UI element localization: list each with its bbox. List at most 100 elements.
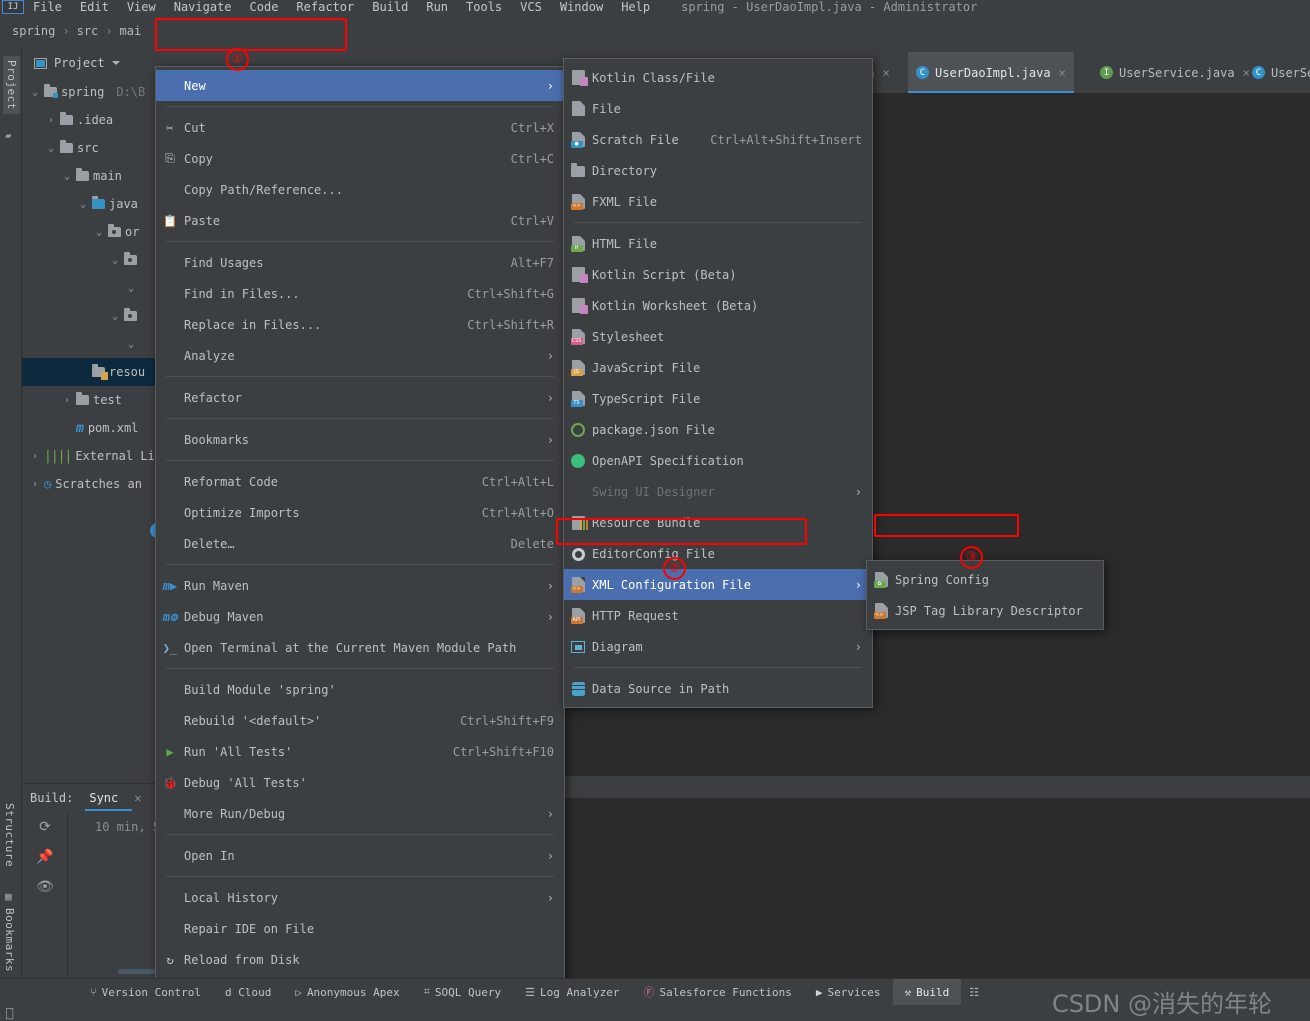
menu-item-refactor[interactable]: Refactor [287, 1, 363, 14]
status-bar-item-services[interactable]: ▶ Services [804, 979, 893, 1005]
menu-item-more-run-debug[interactable]: More Run/Debug › [156, 798, 564, 829]
chevron-down-icon[interactable]: ⌄ [110, 255, 120, 266]
menu-item-rebuild-default[interactable]: Rebuild '<default>' Ctrl+Shift+F9 [156, 705, 564, 736]
chevron-down-icon[interactable]: ⌄ [126, 283, 136, 294]
menu-item-vcs[interactable]: VCS [511, 1, 551, 14]
chevron-down-icon[interactable]: ⌄ [110, 311, 120, 322]
menu-item-code[interactable]: Code [241, 1, 288, 14]
status-bar-item-soql-query[interactable]: ⌗ SOQL Query [412, 979, 513, 1005]
menu-item-open-terminal-at-the-current-maven-module-path[interactable]: ❯_ Open Terminal at the Current Maven Mod… [156, 632, 564, 663]
tree-node-resou[interactable]: resou [22, 358, 162, 386]
menu-item-analyze[interactable]: Analyze › [156, 340, 564, 371]
menu-item-view[interactable]: View [118, 1, 165, 14]
status-bar-item-version-control[interactable]: ⑂ Version Control [0, 979, 213, 1005]
menu-item-find-usages[interactable]: Find Usages Alt+F7 [156, 247, 564, 278]
close-icon[interactable]: × [882, 66, 889, 80]
tree-node-java[interactable]: ⌄ java [22, 190, 162, 218]
menu-item-diagram[interactable]: Diagram › [564, 631, 872, 662]
menu-item-new[interactable]: New › [156, 70, 564, 101]
menu-item-kotlin-script-beta[interactable]: Kotlin Script (Beta) [564, 259, 872, 290]
stripe-item-project[interactable]: Project [3, 56, 20, 114]
tree-node[interactable]: ⌄ [22, 330, 162, 358]
menu-item-help[interactable]: Help [612, 1, 659, 14]
menu-item-edit[interactable]: Edit [71, 1, 118, 14]
chevron-down-icon[interactable] [111, 61, 120, 65]
menu-item-build-module-spring[interactable]: Build Module 'spring' [156, 674, 564, 705]
menu-item-data-source-in-path[interactable]: Data Source in Path [564, 673, 872, 704]
build-horizontal-scrollbar[interactable] [118, 969, 158, 974]
menu-item-run-all-tests[interactable]: ▶ Run 'All Tests' Ctrl+Shift+F10 [156, 736, 564, 767]
menu-item-xml-configuration-file[interactable]: <> XML Configuration File › [564, 569, 872, 600]
menu-item-reformat-code[interactable]: Reformat Code Ctrl+Alt+L [156, 466, 564, 497]
menu-item-tools[interactable]: Tools [457, 1, 511, 14]
menu-item-copy-path-reference[interactable]: Copy Path/Reference... [156, 174, 564, 205]
tree-node-pomxml[interactable]: m pom.xml [22, 414, 162, 442]
tree-node-externallib[interactable]: › |||| External Lib [22, 442, 162, 470]
tree-node-main[interactable]: ⌄ main [22, 162, 162, 190]
menu-item-find-in-files[interactable]: Find in Files... Ctrl+Shift+G [156, 278, 564, 309]
menu-item-optimize-imports[interactable]: Optimize Imports Ctrl+Alt+O [156, 497, 564, 528]
menu-item-stylesheet[interactable]: CSS Stylesheet [564, 321, 872, 352]
menu-item-paste[interactable]: 📋 Paste Ctrl+V [156, 205, 564, 236]
menu-item-http-request[interactable]: API HTTP Request [564, 600, 872, 631]
tree-node-idea[interactable]: › .idea [22, 106, 162, 134]
menu-item-openapi-specification[interactable]: OpenAPI Specification [564, 445, 872, 476]
pin-icon[interactable]: 📌 [22, 842, 68, 872]
tree-node-scratchesan[interactable]: › ◷ Scratches an [22, 470, 162, 498]
refresh-icon[interactable]: ⟳ [22, 812, 68, 842]
status-bar-item-anonymous-apex[interactable]: ▷ Anonymous Apex [283, 979, 411, 1005]
menu-item-bookmarks[interactable]: Bookmarks › [156, 424, 564, 455]
menu-item-package-json-file[interactable]: package.json File [564, 414, 872, 445]
menu-item-resource-bundle[interactable]: Resource Bundle [564, 507, 872, 538]
tree-node[interactable]: ⌄ [22, 274, 162, 302]
menu-item-kotlin-worksheet-beta[interactable]: Kotlin Worksheet (Beta) [564, 290, 872, 321]
menu-item-local-history[interactable]: Local History › [156, 882, 564, 913]
menu-item-copy[interactable]: ⎘ Copy Ctrl+C [156, 143, 564, 174]
tree-node-spring[interactable]: ⌄ spring D:\B [22, 78, 162, 106]
chevron-right-icon[interactable]: › [62, 395, 72, 406]
menu-item-refactor[interactable]: Refactor › [156, 382, 564, 413]
menu-item-delete[interactable]: Delete… Delete [156, 528, 564, 559]
menu-item-navigate[interactable]: Navigate [165, 1, 241, 14]
tree-node[interactable]: ⌄ [22, 246, 162, 274]
menu-item-repair-ide-on-file[interactable]: Repair IDE on File [156, 913, 564, 944]
context-menu-new-submenu[interactable]: Kotlin Class/File File ● Scratch File Ctrl+A… [563, 58, 873, 708]
editor-tab-userser[interactable]: C UserSer [1244, 52, 1310, 93]
editor-tab-userdaoimpljava[interactable]: C UserDaoImpl.java × [908, 52, 1074, 93]
terminal-toggle-icon[interactable]: ⎕ [6, 1007, 13, 1021]
tree-node-or[interactable]: ⌄ or [22, 218, 162, 246]
chevron-down-icon[interactable]: ⌄ [62, 171, 72, 182]
chevron-down-icon[interactable]: ⌄ [126, 339, 136, 350]
project-tree[interactable]: ⌄ spring D:\B › .idea ⌄ src ⌄ main ⌄ java ⌄ or ⌄ ⌄ ⌄ ⌄ re… [22, 78, 162, 498]
menu-item-file[interactable]: File [564, 93, 872, 124]
menu-item-file[interactable]: File [24, 1, 71, 14]
menu-item-scratch-file[interactable]: ● Scratch File Ctrl+Alt+Shift+Insert [564, 124, 872, 155]
menu-item-window[interactable]: Window [551, 1, 612, 14]
menu-item-debug-all-tests[interactable]: 🐞 Debug 'All Tests' [156, 767, 564, 798]
stripe-item-bookmarks[interactable]: Bookmarks [3, 908, 16, 972]
breadcrumb-item-mai[interactable]: mai [120, 24, 142, 38]
chevron-down-icon[interactable]: ⌄ [94, 227, 104, 238]
menu-item-editorconfig-file[interactable]: EditorConfig File [564, 538, 872, 569]
close-icon[interactable]: × [1059, 66, 1066, 80]
menu-item-debug-maven[interactable]: m⚙ Debug Maven › [156, 601, 564, 632]
editor-tab-userservicejava[interactable]: I UserService.java × [1092, 52, 1258, 93]
chevron-down-icon[interactable]: ⌄ [78, 199, 88, 210]
stripe-item-structure[interactable]: Structure [3, 803, 16, 867]
eye-icon[interactable]: 👁 [22, 872, 68, 902]
chevron-down-icon[interactable]: ⌄ [30, 87, 40, 98]
menu-item-kotlin-class-file[interactable]: Kotlin Class/File [564, 62, 872, 93]
chevron-right-icon[interactable]: › [30, 451, 40, 462]
database-icon[interactable]: ☷ [961, 986, 979, 999]
menu-item-run[interactable]: Run [417, 1, 457, 14]
menu-item-spring-config[interactable]: ✿ Spring Config [867, 564, 1103, 595]
menu-item-html-file[interactable]: H HTML File [564, 228, 872, 259]
context-menu-level-1[interactable]: New › ✂ Cut Ctrl+X ⎘ Copy Ctrl+C Copy Path/Refer… [155, 66, 565, 1021]
menu-item-typescript-file[interactable]: TS TypeScript File [564, 383, 872, 414]
menu-item-replace-in-files[interactable]: Replace in Files... Ctrl+Shift+R [156, 309, 564, 340]
chevron-right-icon[interactable]: › [46, 115, 56, 126]
menu-item-run-maven[interactable]: m▶ Run Maven › [156, 570, 564, 601]
tree-node-test[interactable]: › test [22, 386, 162, 414]
menu-item-open-in[interactable]: Open In › [156, 840, 564, 871]
menu-item-cut[interactable]: ✂ Cut Ctrl+X [156, 112, 564, 143]
